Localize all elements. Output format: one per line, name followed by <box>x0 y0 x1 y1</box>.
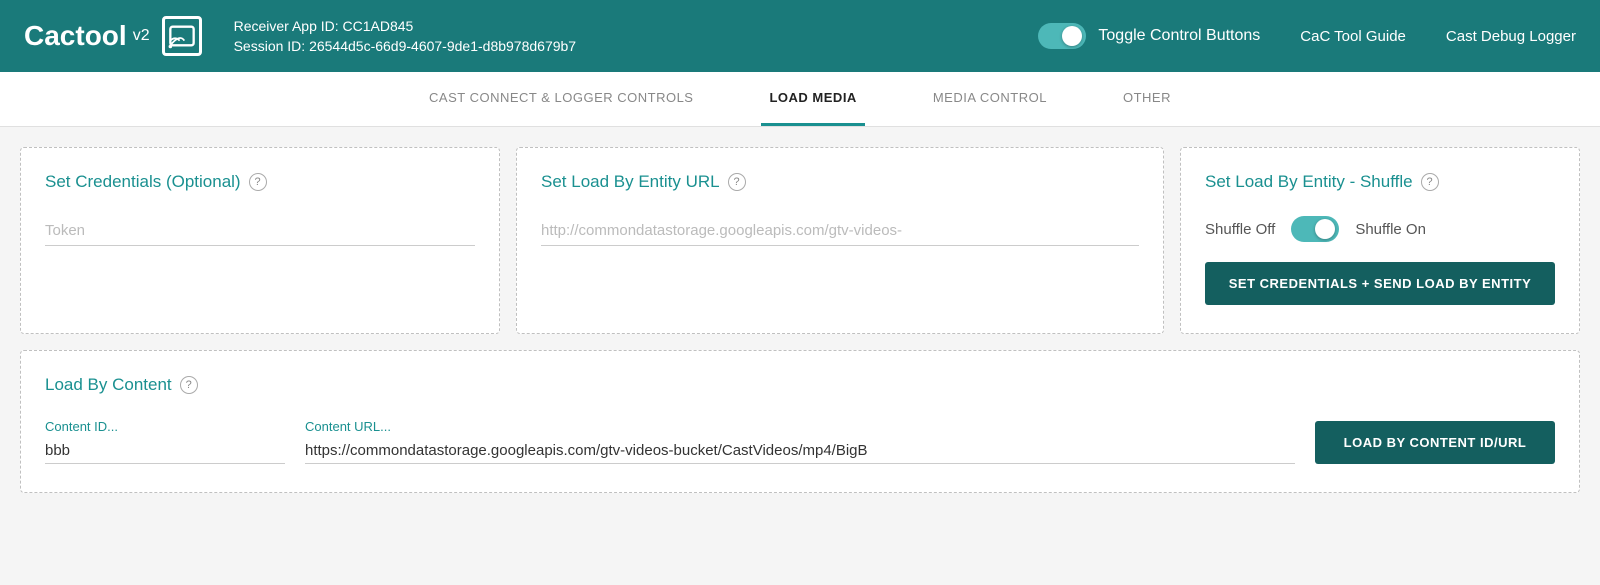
toggle-control-buttons[interactable] <box>1038 23 1086 49</box>
shuffle-on-label: Shuffle On <box>1355 221 1426 238</box>
load-content-button[interactable]: LOAD BY CONTENT ID/URL <box>1315 421 1555 464</box>
header-ids: Receiver App ID: CC1AD845 Session ID: 26… <box>234 18 999 54</box>
entity-url-title-text: Set Load By Entity URL <box>541 172 720 192</box>
main-content: Set Credentials (Optional) ? Set Load By… <box>0 127 1600 513</box>
shuffle-toggle-row: Shuffle Off Shuffle On <box>1205 216 1555 242</box>
load-content-row: Content ID... bbb Content URL... https:/… <box>45 419 1555 464</box>
credentials-help-icon[interactable]: ? <box>249 173 267 191</box>
shuffle-help-icon[interactable]: ? <box>1421 173 1439 191</box>
content-id-label: Content ID... <box>45 419 285 434</box>
content-id-value[interactable]: bbb <box>45 438 285 464</box>
load-content-title-text: Load By Content <box>45 375 172 395</box>
header: Cactool v2 Receiver App ID: CC1AD845 Ses… <box>0 0 1600 72</box>
logo-container: Cactool v2 <box>24 16 202 56</box>
shuffle-card: Set Load By Entity - Shuffle ? Shuffle O… <box>1180 147 1580 334</box>
cac-tool-guide-link[interactable]: CaC Tool Guide <box>1300 28 1406 45</box>
shuffle-off-label: Shuffle Off <box>1205 221 1275 238</box>
content-url-value[interactable]: https://commondatastorage.googleapis.com… <box>305 438 1295 464</box>
entity-url-card-title: Set Load By Entity URL ? <box>541 172 1139 192</box>
content-url-label: Content URL... <box>305 419 1295 434</box>
shuffle-card-title: Set Load By Entity - Shuffle ? <box>1205 172 1555 192</box>
session-id: Session ID: 26544d5c-66d9-4607-9de1-d8b9… <box>234 38 999 54</box>
tab-other[interactable]: OTHER <box>1115 72 1179 126</box>
credentials-card: Set Credentials (Optional) ? <box>20 147 500 334</box>
top-cards-row: Set Credentials (Optional) ? Set Load By… <box>20 147 1580 334</box>
content-id-field: Content ID... bbb <box>45 419 285 464</box>
logo-text: Cactool <box>24 20 127 52</box>
entity-url-help-icon[interactable]: ? <box>728 173 746 191</box>
cast-icon <box>162 16 202 56</box>
cast-debug-logger-link[interactable]: Cast Debug Logger <box>1446 28 1576 45</box>
header-links: CaC Tool Guide Cast Debug Logger <box>1300 28 1576 45</box>
receiver-app-id: Receiver App ID: CC1AD845 <box>234 18 999 34</box>
entity-url-input[interactable] <box>541 216 1139 246</box>
shuffle-title-text: Set Load By Entity - Shuffle <box>1205 172 1413 192</box>
credentials-card-title: Set Credentials (Optional) ? <box>45 172 475 192</box>
tab-load-media[interactable]: LOAD MEDIA <box>761 72 864 126</box>
shuffle-toggle[interactable] <box>1291 216 1339 242</box>
toggle-label: Toggle Control Buttons <box>1098 27 1260 45</box>
load-content-card: Load By Content ? Content ID... bbb Cont… <box>20 350 1580 493</box>
credentials-title-text: Set Credentials (Optional) <box>45 172 241 192</box>
token-input[interactable] <box>45 216 475 246</box>
entity-url-card: Set Load By Entity URL ? <box>516 147 1164 334</box>
load-content-help-icon[interactable]: ? <box>180 376 198 394</box>
nav-tabs: CAST CONNECT & LOGGER CONTROLS LOAD MEDI… <box>0 72 1600 127</box>
set-credentials-send-load-button[interactable]: SET CREDENTIALS + SEND LOAD BY ENTITY <box>1205 262 1555 305</box>
content-url-field: Content URL... https://commondatastorage… <box>305 419 1295 464</box>
load-content-card-title: Load By Content ? <box>45 375 1555 395</box>
tab-media-control[interactable]: MEDIA CONTROL <box>925 72 1055 126</box>
logo-version: v2 <box>133 27 150 45</box>
toggle-section: Toggle Control Buttons <box>1038 23 1260 49</box>
tab-cast-connect[interactable]: CAST CONNECT & LOGGER CONTROLS <box>421 72 701 126</box>
